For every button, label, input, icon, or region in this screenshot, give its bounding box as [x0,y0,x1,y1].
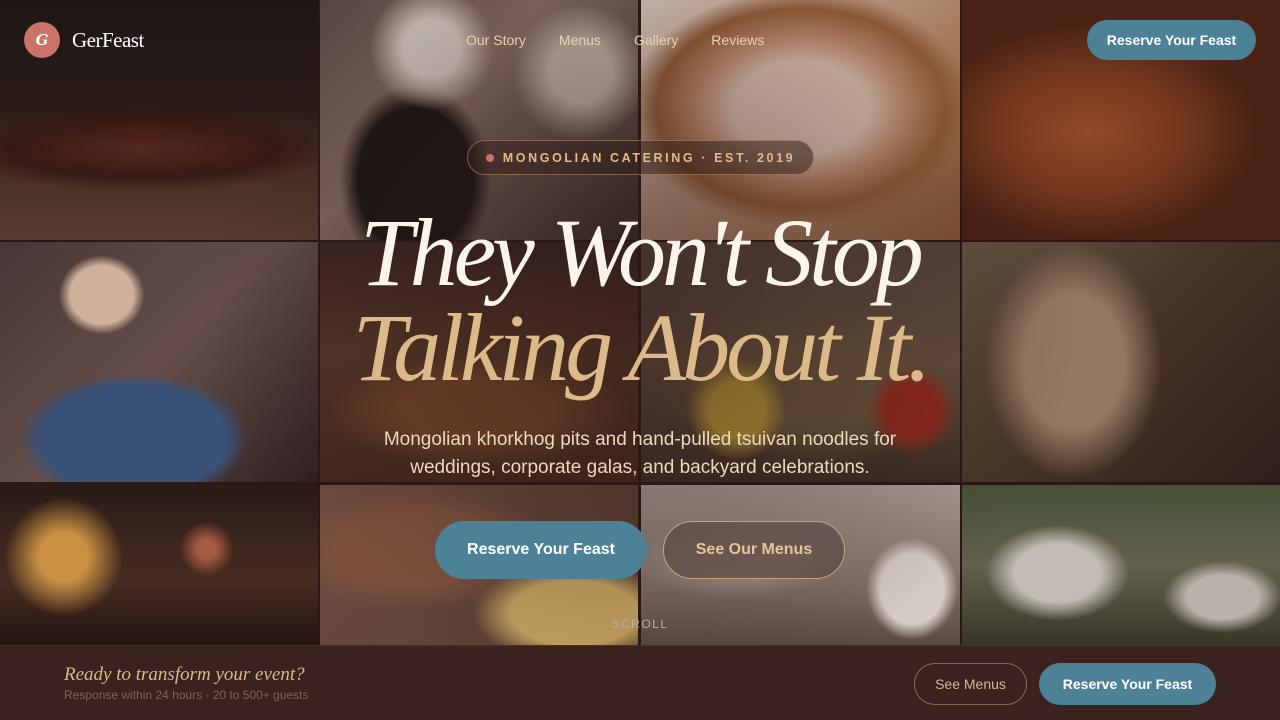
scroll-indicator[interactable]: SCROLL [0,617,1280,631]
eyebrow-text: MONGOLIAN CATERING · EST. 2019 [502,150,796,165]
logo-initial: G [35,31,49,49]
header-reserve-button[interactable]: Reserve Your Feast [1087,20,1256,60]
cta-bar-title: Ready to transform your event? [64,664,305,685]
nav-link-gallery[interactable]: Gallery [634,32,678,48]
headline-line-1: They Won't Stop [360,199,924,306]
nav-link-menus[interactable]: Menus [559,32,601,48]
nav-link-our-story[interactable]: Our Story [466,32,526,48]
logo-icon[interactable]: G [24,22,60,58]
sticky-cta-bar: Ready to transform your event? Response … [0,645,1280,720]
main-nav: Our Story Menus Gallery Reviews [466,32,764,48]
hero-subtitle: Mongolian khorkhog pits and hand-pulled … [383,429,897,478]
headline-line-2: Talking About It. [352,294,932,401]
eyebrow-badge: MONGOLIAN CATERING · EST. 2019 [467,140,814,175]
cta-bar-see-menus-button[interactable]: See Menus [914,663,1027,705]
brand-name[interactable]: GerFeast [72,28,144,53]
cta-bar-subtitle: Response within 24 hours · 20 to 500+ gu… [64,688,309,702]
nav-link-reviews[interactable]: Reviews [711,32,764,48]
cta-bar-reserve-button[interactable]: Reserve Your Feast [1039,663,1216,705]
hero-see-menus-button[interactable]: See Our Menus [663,521,845,579]
dot-icon [485,153,494,162]
hero-reserve-button[interactable]: Reserve Your Feast [435,521,647,579]
